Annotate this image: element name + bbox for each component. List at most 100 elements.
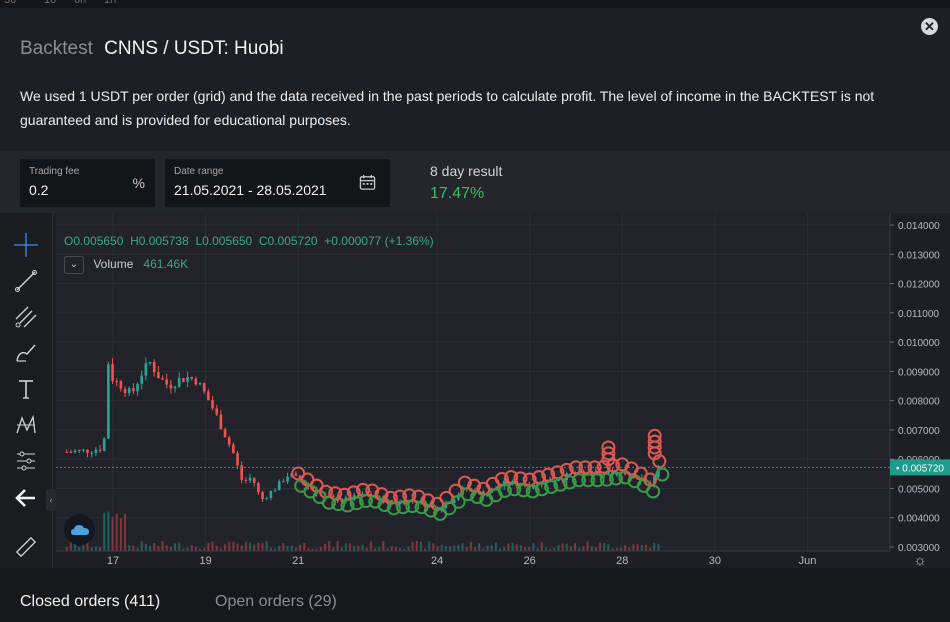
price-tick-label: 0.004000 (898, 514, 940, 525)
volume-bar (249, 542, 252, 551)
volume-bar (132, 545, 135, 551)
candle-body (82, 449, 85, 451)
candle-body (215, 408, 219, 415)
volume-bar (144, 543, 147, 551)
candle-body (252, 477, 256, 483)
close-icon[interactable]: ✕ (924, 19, 935, 34)
chevron-down-icon[interactable]: ⌄ (64, 256, 84, 274)
calendar-icon[interactable] (359, 174, 376, 191)
candle-body (119, 381, 123, 389)
volume-bar (524, 547, 527, 551)
volume-bar (90, 547, 93, 551)
volume-bar (419, 541, 422, 551)
volume-bar (65, 547, 68, 551)
volume-bar (653, 542, 656, 551)
volume-bar (269, 547, 272, 551)
volume-bar (124, 513, 127, 551)
candle-body (594, 470, 598, 472)
settings-gear-icon[interactable]: ☼ (913, 552, 927, 568)
candle-body (186, 376, 189, 382)
price-chart[interactable]: ‹ 0.014000 0.013000 0.012000 0.011000 0.0100… (0, 213, 950, 568)
modal-title: Backtest CNNS / USDT: Huobi (20, 38, 284, 60)
ohlc-low: L0.005650 (195, 234, 253, 248)
candle-body (115, 381, 119, 383)
time-tick-label: 28 (616, 555, 628, 567)
volume-bar (215, 546, 218, 551)
candle-body (107, 364, 110, 439)
volume-bar (349, 543, 352, 551)
volume-bar (503, 547, 506, 551)
candle-body (277, 481, 281, 491)
date-range-value[interactable]: 21.05.2021 - 28.05.2021 (174, 182, 327, 198)
volume-bar (128, 545, 131, 551)
volume-bar (149, 546, 152, 551)
volume-bar (153, 543, 156, 551)
candle-body (148, 361, 152, 364)
candle-body (211, 400, 214, 409)
volume-bar (207, 542, 210, 551)
volume-bar (532, 543, 535, 551)
volume-bar (332, 547, 335, 551)
volume-bar (657, 543, 660, 551)
volume-bar (240, 545, 243, 551)
volume-bar (165, 545, 168, 551)
candle-body (123, 388, 127, 394)
volume-bar (603, 542, 606, 551)
time-tick-label: 19 (199, 555, 211, 567)
price-tick-label: 0.008000 (898, 397, 940, 408)
ohlc-high: H0.005738 (130, 234, 189, 248)
trading-fee-label: Trading fee (29, 166, 80, 177)
candle-body (144, 363, 148, 376)
title-prefix: Backtest (20, 38, 93, 59)
volume-bar (624, 545, 627, 551)
candle-body (198, 383, 202, 385)
price-tick-label: 0.010000 (898, 338, 940, 349)
candle-body (152, 361, 156, 373)
candle-body (157, 372, 160, 379)
tab-open-orders[interactable]: Open orders (29) (215, 593, 337, 611)
strip-text: 1h (104, 0, 117, 6)
volume-bar (449, 546, 452, 551)
volume-bar (78, 547, 81, 551)
tab-closed-orders[interactable]: Closed orders (411) (20, 593, 160, 611)
tradingview-logo[interactable] (64, 514, 95, 545)
volume-bar (432, 543, 435, 551)
trading-fee-value[interactable]: 0.2 (29, 182, 48, 198)
volume-bar (582, 546, 585, 551)
volume-bar (428, 541, 431, 551)
date-range-field[interactable]: Date range 21.05.2021 - 28.05.2021 (165, 159, 390, 207)
volume-bar (544, 547, 547, 551)
volume-bar (540, 542, 543, 551)
volume-bar (94, 546, 97, 551)
volume-bar (236, 543, 239, 551)
volume-bar (390, 546, 393, 551)
volume-bar (490, 545, 493, 551)
volume-bar (411, 542, 414, 551)
close-button[interactable]: ✕ (921, 18, 938, 35)
candle-body (94, 449, 98, 453)
candle-body (177, 378, 181, 387)
settings-panel: Trading fee 0.2 % Date range 21.05.2021 … (0, 151, 950, 221)
percent-suffix: % (132, 175, 145, 191)
trading-fee-field[interactable]: Trading fee 0.2 % (20, 159, 155, 207)
candle-body (257, 482, 260, 493)
volume-bar (632, 544, 635, 551)
candle-body (294, 473, 298, 476)
candle-body (98, 449, 102, 451)
volume-bar (628, 547, 631, 551)
volume-bar (336, 541, 339, 551)
result-label: 8 day result (430, 163, 503, 179)
candle-body (132, 388, 135, 392)
volume-legend: ⌄ Volume 461.46K (64, 256, 188, 274)
volume-bar (357, 545, 360, 551)
volume-bar (590, 546, 593, 551)
date-range-label: Date range (174, 166, 224, 177)
volume-bar (103, 512, 106, 551)
volume-bar (278, 545, 281, 551)
cloud-logo-icon[interactable] (70, 523, 90, 537)
strip-text: 6h (74, 0, 87, 6)
candle-body (161, 378, 164, 380)
volume-bar (394, 547, 397, 551)
volume-label: Volume (93, 257, 134, 272)
volume-bar (82, 545, 85, 551)
